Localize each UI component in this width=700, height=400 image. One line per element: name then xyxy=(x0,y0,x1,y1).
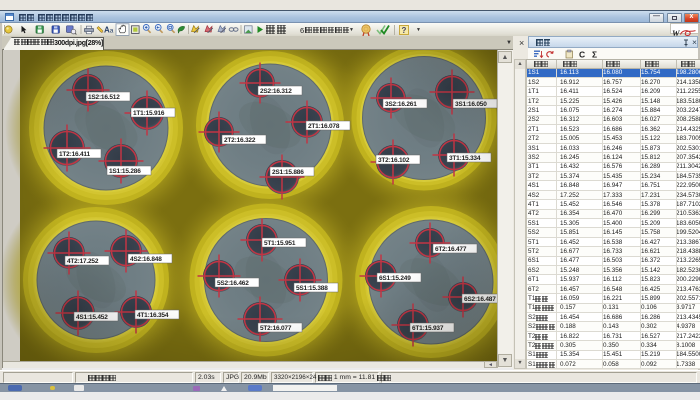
svg-text:a: a xyxy=(110,28,114,35)
svg-text:W: W xyxy=(672,28,681,37)
svg-text:C: C xyxy=(579,49,585,59)
svg-text:Σ: Σ xyxy=(592,49,597,59)
